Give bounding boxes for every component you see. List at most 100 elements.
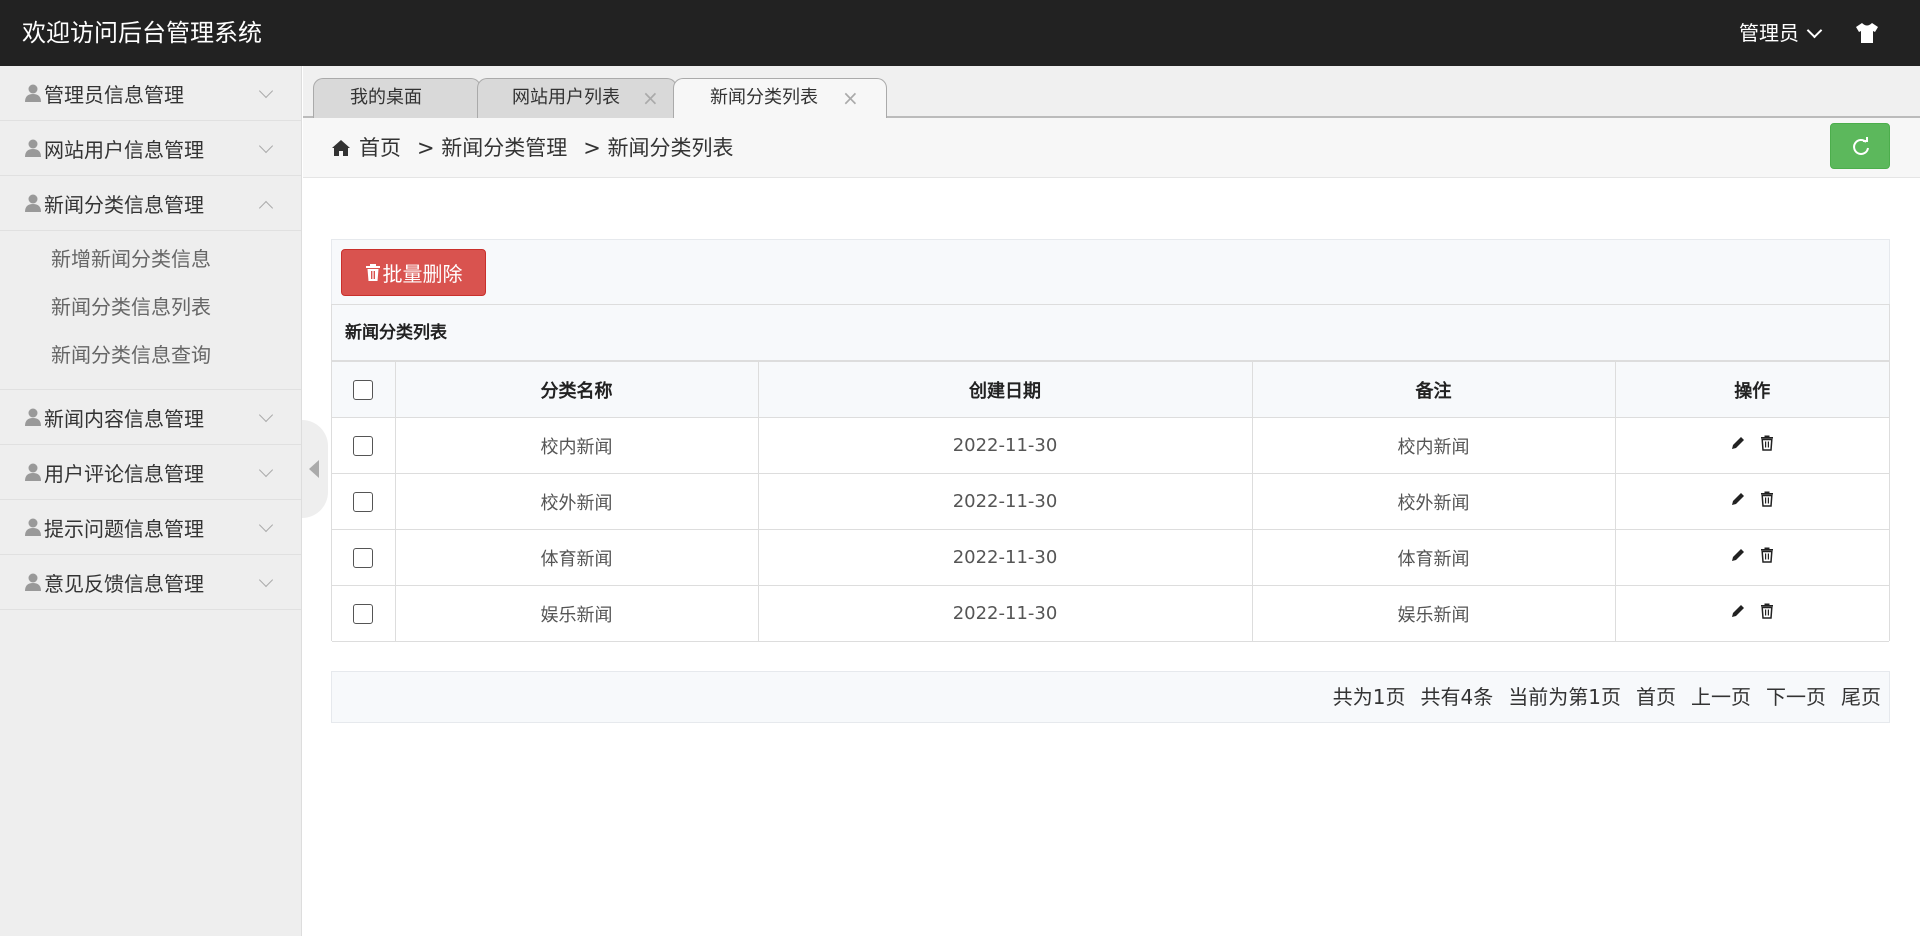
- breadcrumb-level2: > 新闻分类列表: [583, 136, 734, 160]
- actions-cell: [1614, 585, 1889, 642]
- created-date-cell: 2022-11-30: [757, 417, 1253, 474]
- sidebar-item-hint-questions[interactable]: 提示问题信息管理: [0, 500, 301, 555]
- category-name-cell: 校内新闻: [394, 417, 759, 474]
- note-cell: 校外新闻: [1251, 473, 1616, 530]
- admin-user-menu[interactable]: 管理员: [1739, 0, 1823, 66]
- table-header-row: 分类名称 创建日期 备注 操作: [332, 361, 1889, 418]
- row-select-cell: [332, 417, 396, 474]
- sidebar-subitem-category-list[interactable]: 新闻分类信息列表: [0, 283, 301, 331]
- close-icon[interactable]: ×: [842, 79, 859, 117]
- actions-cell: [1614, 417, 1889, 474]
- chevron-down-icon: [258, 407, 274, 423]
- pager-last-link[interactable]: 尾页: [1841, 672, 1881, 722]
- breadcrumb-level1[interactable]: > 新闻分类管理: [417, 118, 567, 178]
- chevron-down-icon: [258, 462, 274, 478]
- user-icon: [25, 573, 41, 591]
- column-header: 分类名称: [394, 361, 759, 418]
- sidebar-submenu-news-category: 新增新闻分类信息 新闻分类信息列表 新闻分类信息查询: [0, 231, 301, 390]
- note-cell: 娱乐新闻: [1251, 585, 1616, 642]
- user-icon: [25, 194, 41, 212]
- sidebar-item-news-category[interactable]: 新闻分类信息管理: [0, 176, 301, 231]
- refresh-icon: [1853, 137, 1869, 155]
- sidebar: 管理员信息管理 网站用户信息管理 新闻分类信息管理 新增新闻分类信息 新闻分类信…: [0, 66, 302, 936]
- row-checkbox[interactable]: [353, 436, 374, 456]
- category-table: 分类名称 创建日期 备注 操作 校内新闻 2022-11-30 校内新闻 校外新…: [332, 361, 1889, 642]
- close-icon[interactable]: ×: [642, 79, 659, 117]
- pager-prev-link[interactable]: 上一页: [1691, 672, 1751, 722]
- tab-bar: 我的桌面 网站用户列表 × 新闻分类列表 ×: [303, 66, 1920, 120]
- sidebar-item-label: 管理员信息管理: [44, 82, 184, 107]
- column-header: 操作: [1614, 361, 1889, 418]
- sidebar-item-label: 用户评论信息管理: [44, 461, 204, 486]
- trash-icon[interactable]: [1760, 491, 1774, 512]
- pager-current-page: 当前为第1页: [1508, 685, 1621, 709]
- actions-cell: [1614, 529, 1889, 586]
- tab-my-desktop[interactable]: 我的桌面: [313, 78, 481, 118]
- sidebar-subitem-add-category[interactable]: 新增新闻分类信息: [0, 235, 301, 283]
- user-icon: [25, 518, 41, 536]
- sidebar-subitem-category-query[interactable]: 新闻分类信息查询: [0, 331, 301, 379]
- refresh-button[interactable]: [1830, 123, 1890, 169]
- panel-title: 新闻分类列表: [332, 305, 1889, 361]
- created-date-cell: 2022-11-30: [757, 473, 1253, 530]
- tab-label: 网站用户列表: [512, 87, 620, 108]
- breadcrumb-home[interactable]: 首页: [359, 118, 401, 178]
- sidebar-item-label: 网站用户信息管理: [44, 137, 204, 162]
- sidebar-item-label: 新闻内容信息管理: [44, 406, 204, 431]
- tab-label: 我的桌面: [350, 87, 422, 108]
- pagination-bar: 共为1页 共有4条 当前为第1页 首页 上一页 下一页 尾页: [331, 671, 1890, 723]
- row-select-cell: [332, 473, 396, 530]
- sidebar-item-feedback[interactable]: 意见反馈信息管理: [0, 555, 301, 610]
- row-checkbox[interactable]: [353, 548, 374, 568]
- category-name-cell: 体育新闻: [394, 529, 759, 586]
- table-row: 娱乐新闻 2022-11-30 娱乐新闻: [332, 585, 1889, 642]
- category-name-cell: 校外新闻: [394, 473, 759, 530]
- row-select-cell: [332, 585, 396, 642]
- edit-icon[interactable]: [1730, 547, 1746, 568]
- trash-icon[interactable]: [1760, 547, 1774, 568]
- row-checkbox[interactable]: [353, 604, 374, 624]
- home-icon: [332, 140, 350, 156]
- batch-delete-button[interactable]: 批量删除: [341, 249, 486, 296]
- sidebar-collapse-toggle[interactable]: [302, 420, 328, 518]
- select-all-cell: [332, 361, 396, 418]
- pager-next-link[interactable]: 下一页: [1766, 672, 1826, 722]
- edit-icon[interactable]: [1730, 491, 1746, 512]
- tab-label: 新闻分类列表: [710, 87, 818, 108]
- chevron-down-icon: [258, 83, 274, 99]
- breadcrumb-bar: 首页 > 新闻分类管理 > 新闻分类列表: [303, 118, 1920, 178]
- user-icon: [25, 139, 41, 157]
- created-date-cell: 2022-11-30: [757, 529, 1253, 586]
- tab-site-user-list[interactable]: 网站用户列表 ×: [477, 78, 677, 118]
- table-row: 校内新闻 2022-11-30 校内新闻: [332, 417, 1889, 474]
- tab-news-category-list[interactable]: 新闻分类列表 ×: [673, 78, 887, 120]
- trash-icon[interactable]: [1760, 435, 1774, 456]
- chevron-down-icon: [258, 572, 274, 588]
- select-all-checkbox[interactable]: [353, 380, 374, 400]
- sidebar-item-label: 新闻分类信息管理: [44, 192, 204, 217]
- created-date-cell: 2022-11-30: [757, 585, 1253, 642]
- trash-icon[interactable]: [1760, 603, 1774, 624]
- shirt-icon[interactable]: [1854, 21, 1880, 45]
- breadcrumb: 首页 > 新闻分类管理 > 新闻分类列表: [331, 118, 734, 178]
- batch-delete-label: 批量删除: [382, 262, 463, 286]
- sidebar-item-news-content[interactable]: 新闻内容信息管理: [0, 390, 301, 445]
- edit-icon[interactable]: [1730, 435, 1746, 456]
- note-cell: 体育新闻: [1251, 529, 1616, 586]
- pager-total-pages: 共为1页: [1332, 685, 1406, 709]
- edit-icon[interactable]: [1730, 603, 1746, 624]
- sidebar-item-site-users[interactable]: 网站用户信息管理: [0, 121, 301, 176]
- pagination: 共为1页 共有4条 当前为第1页 首页 上一页 下一页 尾页: [1333, 672, 1881, 722]
- collapse-arrow-icon: [309, 460, 319, 478]
- sidebar-item-user-comments[interactable]: 用户评论信息管理: [0, 445, 301, 500]
- sidebar-item-admin[interactable]: 管理员信息管理: [0, 66, 301, 121]
- user-icon: [25, 463, 41, 481]
- row-checkbox[interactable]: [353, 492, 374, 512]
- trash-icon: [365, 263, 380, 281]
- category-name-cell: 娱乐新闻: [394, 585, 759, 642]
- row-select-cell: [332, 529, 396, 586]
- admin-user-label: 管理员: [1739, 21, 1799, 45]
- pager-first-link[interactable]: 首页: [1636, 672, 1676, 722]
- sidebar-item-label: 提示问题信息管理: [44, 516, 204, 541]
- top-header: 欢迎访问后台管理系统 管理员: [0, 0, 1920, 66]
